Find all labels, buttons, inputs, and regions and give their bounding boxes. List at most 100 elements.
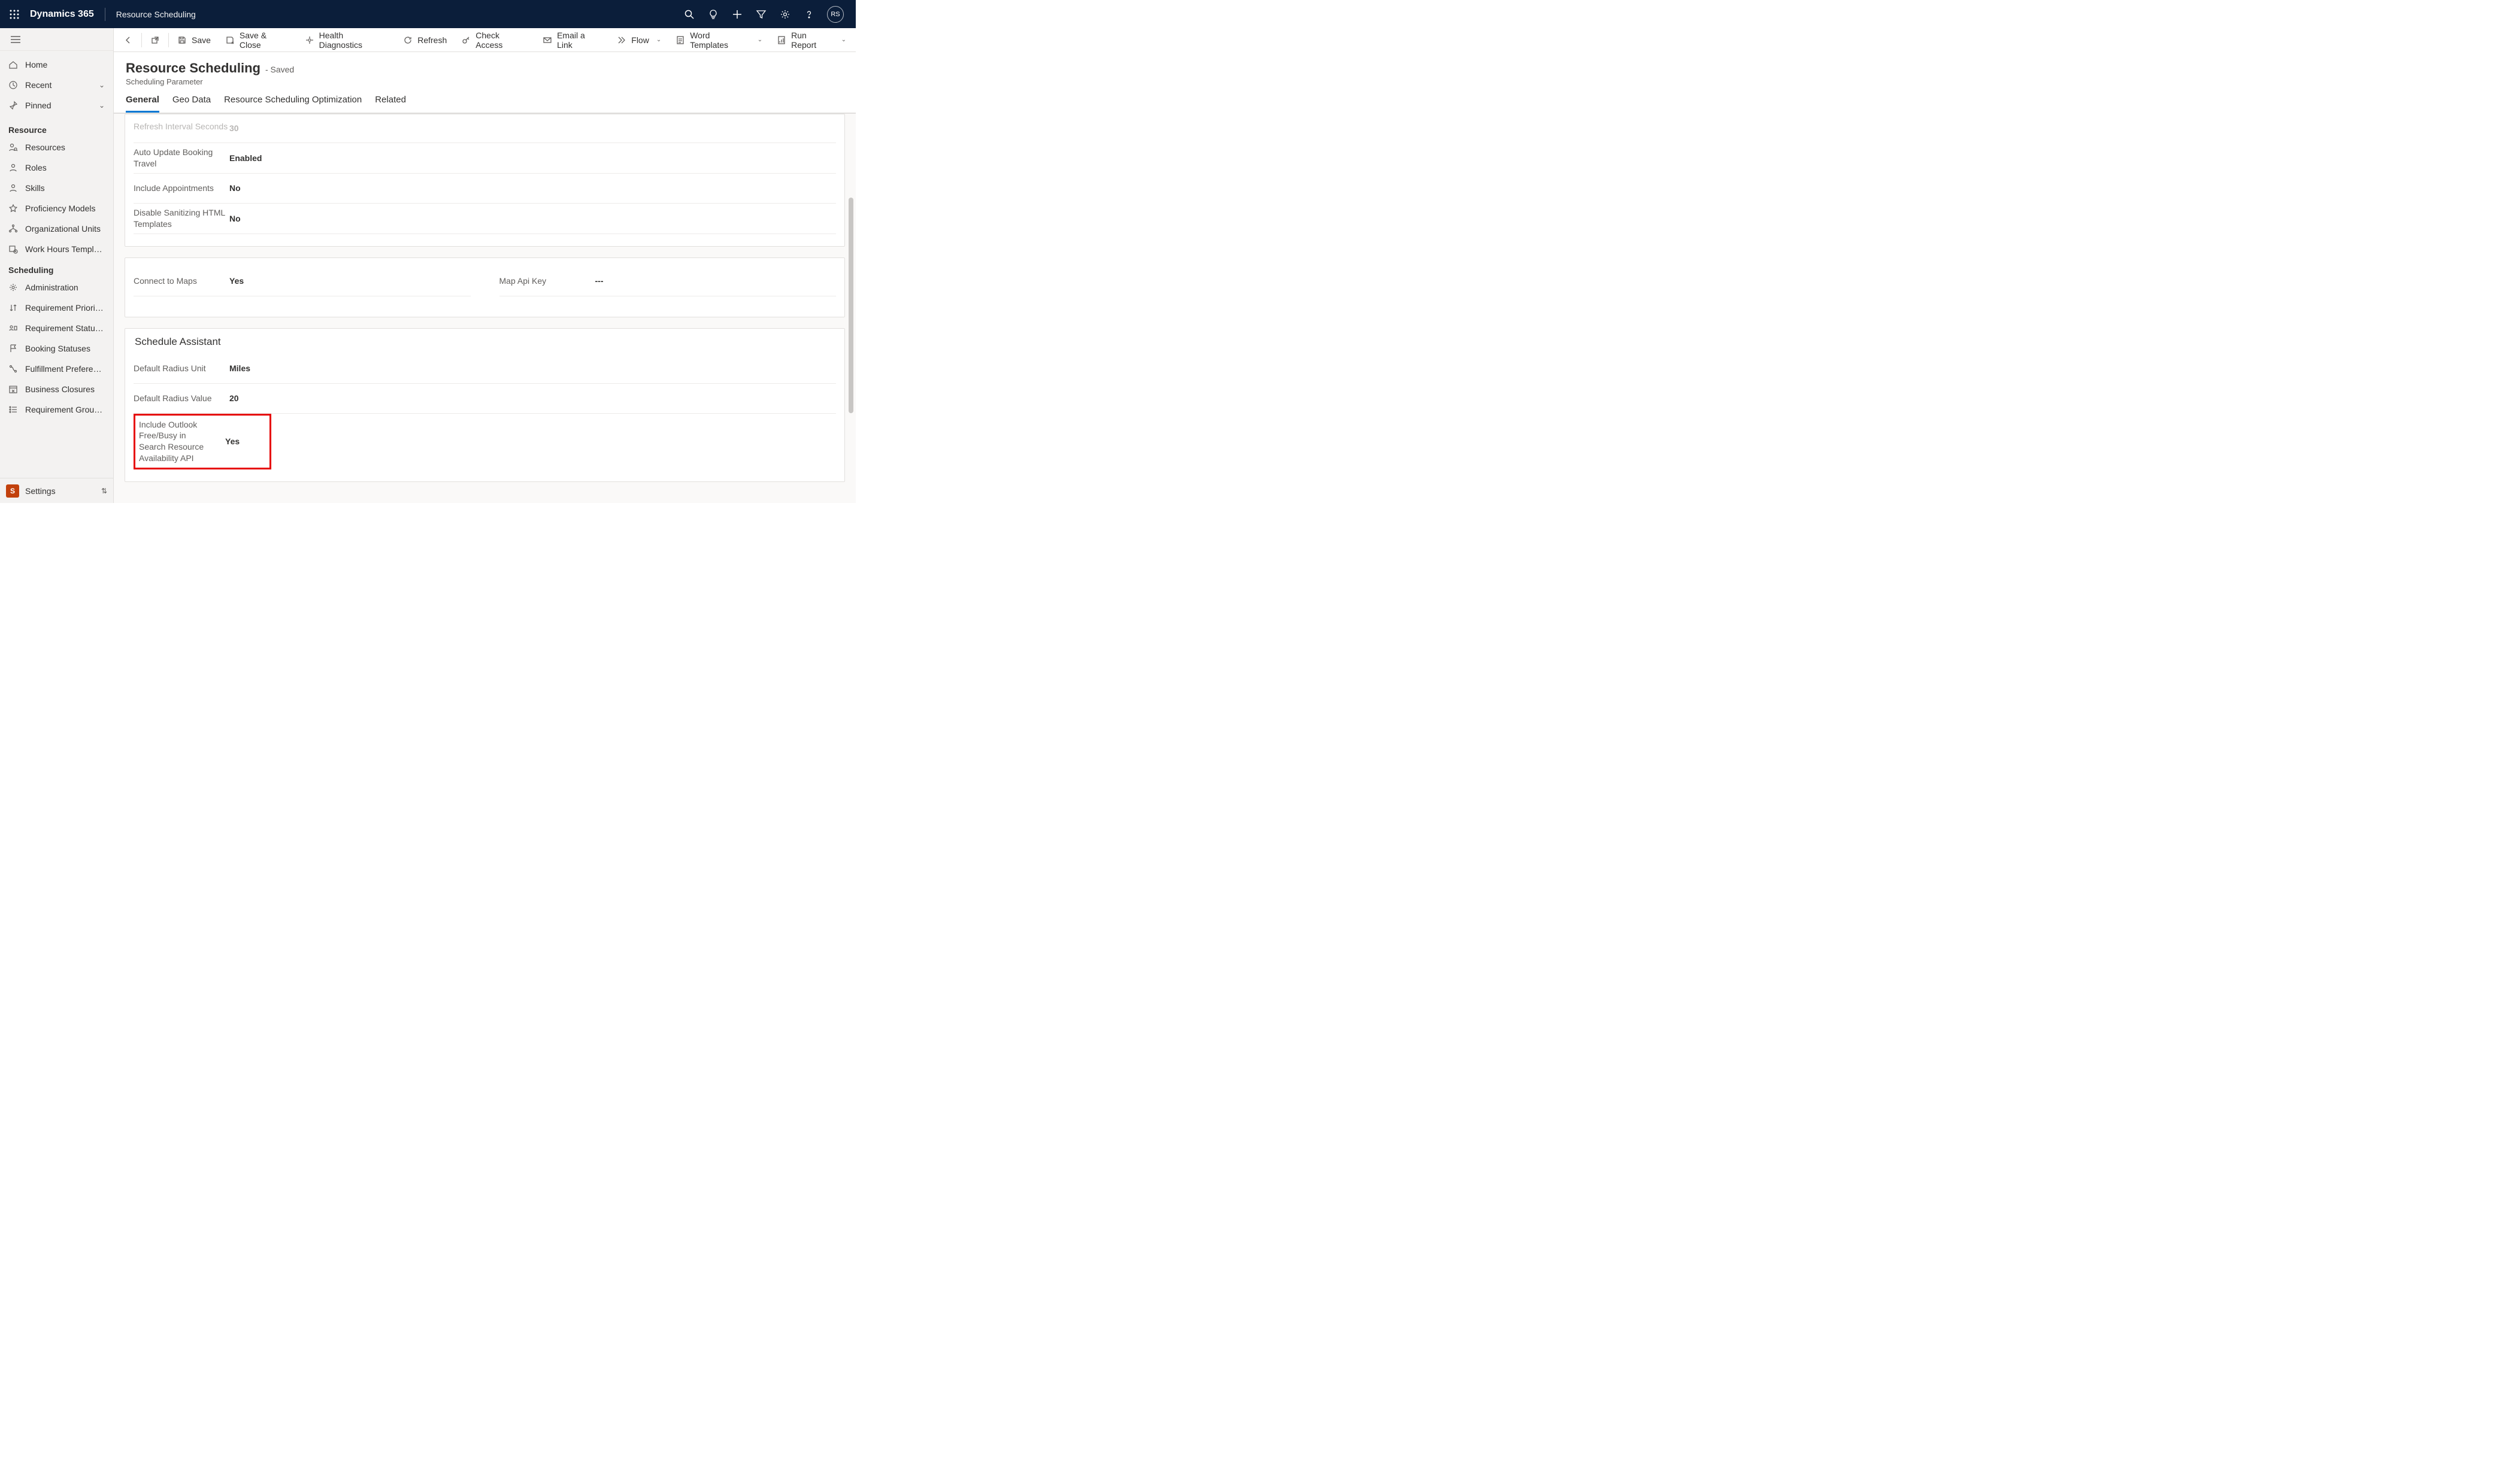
- nav-label: Proficiency Models: [25, 204, 105, 213]
- nav-req-priorities[interactable]: Requirement Priorities: [0, 298, 113, 318]
- nav-roles[interactable]: Roles: [0, 157, 113, 178]
- cmd-label: Run Report: [791, 31, 834, 50]
- person-search-icon: [8, 143, 18, 152]
- field-refresh-interval[interactable]: Refresh Interval Seconds 30: [134, 114, 836, 143]
- field-value: ---: [595, 276, 837, 286]
- save-close-button[interactable]: Save & Close: [218, 28, 298, 52]
- search-icon[interactable]: [683, 8, 695, 20]
- cmd-label: Word Templates: [690, 31, 750, 50]
- save-button[interactable]: Save: [170, 28, 218, 52]
- nav-label: Organizational Units: [25, 224, 105, 234]
- field-connect-to-maps[interactable]: Connect to Maps Yes: [134, 266, 471, 296]
- sort-icon: [8, 303, 18, 313]
- cmd-label: Refresh: [417, 35, 447, 45]
- flow-button[interactable]: Flow⌄: [610, 28, 668, 52]
- nav-fulfillment[interactable]: Fulfillment Preferences: [0, 359, 113, 379]
- nav-label: Requirement Statuses: [25, 323, 105, 333]
- field-label: Refresh Interval Seconds: [134, 117, 229, 136]
- nav-skills[interactable]: Skills: [0, 178, 113, 198]
- field-label: Auto Update Booking Travel: [134, 143, 229, 173]
- field-map-api-key[interactable]: Map Api Key ---: [499, 266, 837, 296]
- page-title: Resource Scheduling: [126, 60, 261, 76]
- lightbulb-icon[interactable]: [707, 8, 719, 20]
- nav-recent[interactable]: Recent ⌄: [0, 75, 113, 95]
- nav-collapse-toggle[interactable]: [0, 28, 113, 51]
- page-header: Resource Scheduling - Saved Scheduling P…: [114, 52, 856, 114]
- section-general-settings: Refresh Interval Seconds 30 Auto Update …: [125, 114, 845, 247]
- tab-general[interactable]: General: [126, 95, 159, 113]
- settings-tile-icon: S: [6, 484, 19, 498]
- field-include-appointments[interactable]: Include Appointments No: [134, 174, 836, 204]
- word-icon: [676, 35, 685, 45]
- nav-pinned[interactable]: Pinned ⌄: [0, 95, 113, 116]
- nav-group-resource: Resource: [0, 119, 113, 137]
- nav-label: Recent: [25, 80, 92, 90]
- field-value: No: [229, 183, 836, 193]
- gear-icon[interactable]: [779, 8, 791, 20]
- check-access-button[interactable]: Check Access: [454, 28, 535, 52]
- health-button[interactable]: Health Diagnostics: [298, 28, 396, 52]
- nav-proficiency[interactable]: Proficiency Models: [0, 198, 113, 219]
- field-default-radius-unit[interactable]: Default Radius Unit Miles: [134, 354, 836, 384]
- list-icon: [8, 405, 18, 414]
- open-new-window-button[interactable]: [143, 28, 167, 52]
- nav-work-hours[interactable]: Work Hours Templates: [0, 239, 113, 259]
- star-icon: [8, 204, 18, 213]
- email-link-button[interactable]: Email a Link: [535, 28, 610, 52]
- command-bar: Save Save & Close Health Diagnostics Ref…: [114, 28, 856, 52]
- field-label: Map Api Key: [499, 272, 595, 290]
- nav-label: Business Closures: [25, 384, 105, 394]
- app-launcher-icon[interactable]: [5, 5, 24, 24]
- field-label: Disable Sanitizing HTML Templates: [134, 204, 229, 234]
- tab-rso[interactable]: Resource Scheduling Optimization: [224, 95, 362, 113]
- health-icon: [305, 35, 314, 45]
- field-label: Default Radius Unit: [134, 359, 229, 378]
- tab-related[interactable]: Related: [375, 95, 406, 113]
- nav-req-statuses[interactable]: Requirement Statuses: [0, 318, 113, 338]
- avatar[interactable]: RS: [827, 6, 844, 23]
- add-icon[interactable]: [731, 8, 743, 20]
- nav-org-units[interactable]: Organizational Units: [0, 219, 113, 239]
- word-templates-button[interactable]: Word Templates ⌄: [668, 28, 770, 52]
- scrollbar-thumb[interactable]: [849, 198, 853, 413]
- field-auto-update-travel[interactable]: Auto Update Booking Travel Enabled: [134, 143, 836, 174]
- refresh-icon: [403, 35, 413, 45]
- area-switcher-label: Settings: [25, 486, 95, 496]
- cmd-separator: [168, 33, 169, 47]
- back-button[interactable]: [116, 28, 140, 52]
- cmd-label: Health Diagnostics: [319, 31, 389, 50]
- nav-label: Work Hours Templates: [25, 244, 105, 254]
- nav-business-closures[interactable]: Business Closures: [0, 379, 113, 399]
- nav-label: Requirement Group …: [25, 405, 105, 414]
- field-value: 20: [229, 393, 836, 403]
- chevron-down-icon: ⌄: [99, 101, 105, 110]
- refresh-button[interactable]: Refresh: [396, 28, 454, 52]
- field-label: Include Appointments: [134, 179, 229, 198]
- field-label: Connect to Maps: [134, 272, 229, 290]
- mail-icon: [543, 35, 552, 45]
- nav-home[interactable]: Home: [0, 54, 113, 75]
- area-switcher[interactable]: S Settings ⇅: [0, 478, 113, 503]
- cmd-label: Check Access: [475, 31, 528, 50]
- form-body[interactable]: Refresh Interval Seconds 30 Auto Update …: [114, 114, 856, 503]
- brand-label: Dynamics 365: [30, 9, 94, 20]
- calendar-x-icon: [8, 384, 18, 394]
- cmd-label: Flow: [631, 35, 649, 45]
- field-default-radius-value[interactable]: Default Radius Value 20: [134, 384, 836, 414]
- nav-booking-statuses[interactable]: Booking Statuses: [0, 338, 113, 359]
- cmd-separator: [141, 33, 142, 47]
- help-icon[interactable]: [803, 8, 815, 20]
- nav-label: Skills: [25, 183, 105, 193]
- field-disable-sanitizing[interactable]: Disable Sanitizing HTML Templates No: [134, 204, 836, 234]
- tab-geo-data[interactable]: Geo Data: [172, 95, 211, 113]
- filter-icon[interactable]: [755, 8, 767, 20]
- popout-icon: [150, 35, 160, 45]
- nav-resources[interactable]: Resources: [0, 137, 113, 157]
- nav-label: Administration: [25, 283, 105, 292]
- run-report-button[interactable]: Run Report⌄: [770, 28, 853, 52]
- field-value: Miles: [229, 363, 836, 373]
- field-include-outlook-freebusy[interactable]: Include Outlook Free/Busy in Search Reso…: [134, 414, 271, 470]
- nav-req-group[interactable]: Requirement Group …: [0, 399, 113, 420]
- nav-administration[interactable]: Administration: [0, 277, 113, 298]
- chevron-down-icon: ⌄: [758, 37, 762, 43]
